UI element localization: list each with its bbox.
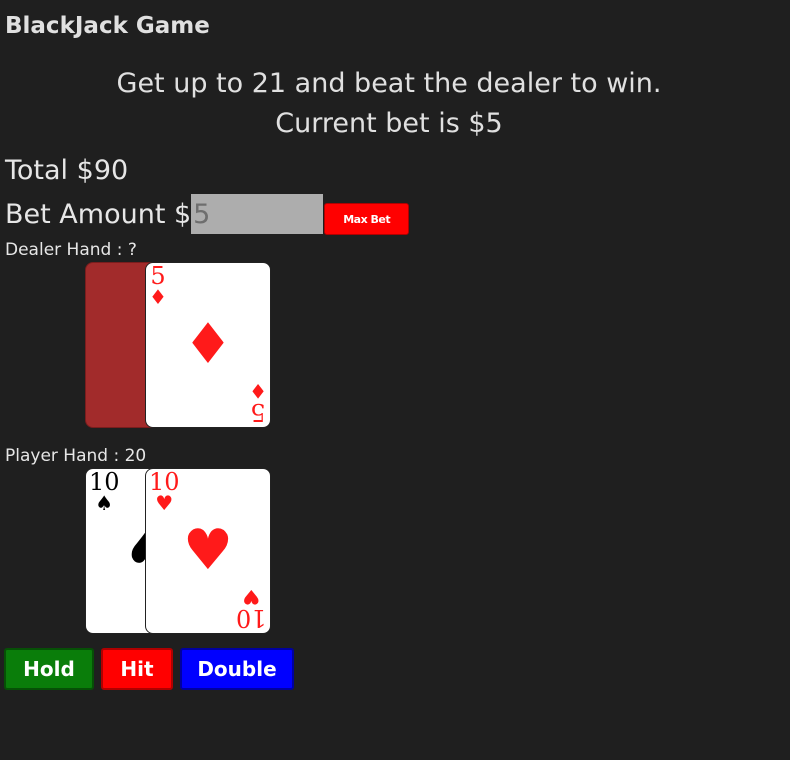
double-button[interactable]: Double xyxy=(180,648,294,690)
diamond-icon: ♦ xyxy=(249,379,267,403)
instructions-line: Get up to 21 and beat the dealer to win. xyxy=(116,68,662,99)
player-hand-label: Player Hand : 20 xyxy=(5,446,147,466)
heart-icon: ♥ xyxy=(182,518,234,583)
bet-amount-label: Bet Amount $ xyxy=(5,198,192,230)
heart-icon: ♥ xyxy=(155,491,174,515)
instructions: Get up to 21 and beat the dealer to win.… xyxy=(0,64,778,144)
spade-icon: ♠ xyxy=(95,491,114,515)
diamond-icon: ♦ xyxy=(149,285,167,309)
total-label: Total xyxy=(5,155,69,186)
max-bet-button[interactable]: Max Bet xyxy=(324,203,410,235)
card-rank: 5 xyxy=(250,398,266,426)
card-ten-of-hearts: 10 ♥ ♥ 10 ♥ xyxy=(145,468,271,634)
hold-button[interactable]: Hold xyxy=(4,648,94,690)
card-corner-top: 10 ♠ xyxy=(89,469,120,513)
card-corner-top: 10 ♥ xyxy=(149,469,180,513)
game-title: BlackJack Game xyxy=(5,13,210,39)
diamond-icon: ♦ xyxy=(182,312,234,377)
current-bet-text: Current bet is $5 xyxy=(275,108,503,139)
card-corner-bottom: 10 ♥ xyxy=(236,585,267,632)
card-corner-bottom: 5 ♦ xyxy=(249,379,267,426)
total-row: Total $90 xyxy=(5,155,128,186)
card-five-of-diamonds: 5 ♦ ♦ 5 ♦ xyxy=(145,262,271,428)
card-rank: 10 xyxy=(236,604,267,632)
action-buttons: Hold Hit Double xyxy=(4,648,294,690)
total-value: $90 xyxy=(76,155,129,186)
hit-button[interactable]: Hit xyxy=(101,648,173,690)
bet-row: Bet Amount $ Max Bet xyxy=(5,194,410,235)
card-corner-top: 5 ♦ xyxy=(149,263,167,307)
dealer-hand-label: Dealer Hand : ? xyxy=(5,240,137,260)
bet-amount-input[interactable] xyxy=(191,194,324,234)
